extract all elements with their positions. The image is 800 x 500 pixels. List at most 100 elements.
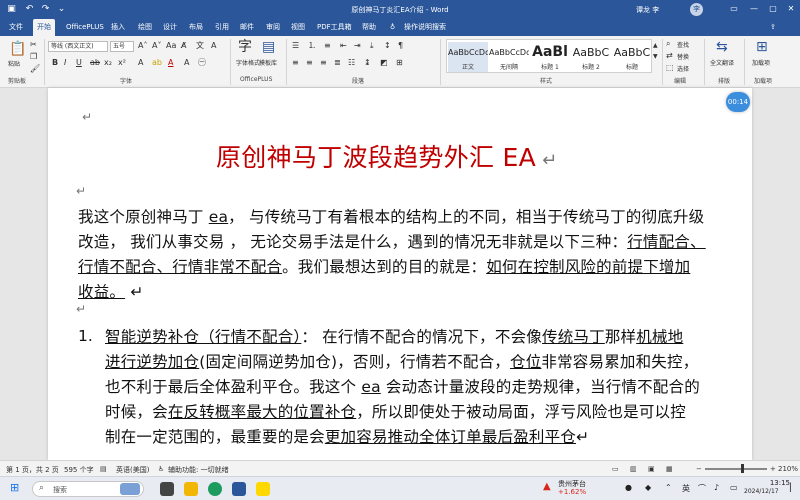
page-info[interactable]: 第 1 页，共 2 页 <box>6 465 59 475</box>
tab-file[interactable]: 文件 <box>9 19 23 36</box>
network-icon[interactable]: ⌒ <box>698 483 706 494</box>
tell-me-search[interactable]: 操作说明搜索 <box>404 19 446 36</box>
template-icon[interactable]: ▤ <box>262 39 275 55</box>
focus-mode-icon[interactable]: ▭ <box>612 465 619 473</box>
numbering-icon[interactable]: ⒈ <box>308 41 316 51</box>
cut-icon[interactable]: ✂ <box>30 40 37 50</box>
text-effects-icon[interactable]: A <box>138 58 143 68</box>
translate-icon[interactable]: ⇆ <box>716 39 728 55</box>
align-left-icon[interactable]: ≡ <box>292 58 299 68</box>
close-button[interactable]: ✕ <box>783 3 799 15</box>
battery-icon[interactable]: ▭ <box>730 483 738 492</box>
align-center-icon[interactable]: ≡ <box>306 58 313 68</box>
style-normal[interactable]: AaBbCcDd 正文 <box>448 42 488 72</box>
tab-mailings[interactable]: 邮件 <box>240 19 254 36</box>
borders-icon[interactable]: ⊞ <box>396 58 403 68</box>
ribbon-display-icon[interactable]: ▭ <box>726 3 742 15</box>
decrease-indent-icon[interactable]: ⇤ <box>340 41 347 51</box>
replace-icon[interactable]: ⇄ <box>666 51 673 61</box>
tab-help[interactable]: 帮助 <box>362 19 376 36</box>
italic-icon[interactable]: I <box>64 58 66 68</box>
tab-officeplus[interactable]: OfficePLUS <box>66 19 104 36</box>
zoom-slider-thumb[interactable] <box>741 464 744 473</box>
text-line[interactable]: 也不利于最后全体盈利平仓。我这个 ea 会动态计量波段的走势规律，当行情不配合的 <box>105 375 700 397</box>
fulltext-translate-button[interactable]: 全文翻译 <box>710 58 734 67</box>
show-marks-icon[interactable]: ¶ <box>398 41 403 51</box>
tab-home[interactable]: 开始 <box>33 19 55 36</box>
select-button[interactable]: 选择 <box>677 64 689 73</box>
user-name[interactable]: 谭龙 李 <box>636 5 659 15</box>
styles-scroll-down-icon[interactable]: ▼ <box>653 52 658 62</box>
bold-icon[interactable]: B <box>52 58 58 68</box>
text-line[interactable]: 我这个原创神马丁 ea， 与传统马丁有着根本的结构上的不同，相当于传统马丁的彻底… <box>78 205 704 227</box>
word-count[interactable]: 595 个字 <box>64 465 94 475</box>
edge-browser-icon[interactable] <box>208 482 222 496</box>
text-line[interactable]: 收益。 ↵ <box>78 280 143 302</box>
replace-button[interactable]: 替换 <box>677 52 689 61</box>
bullets-icon[interactable]: ☰ <box>292 41 299 51</box>
underline-icon[interactable]: U <box>76 58 82 68</box>
font-size-combo[interactable]: 五号 <box>110 41 134 52</box>
sort-icon[interactable]: ↕ <box>384 41 391 51</box>
file-explorer-icon[interactable] <box>184 482 198 496</box>
stock-change[interactable]: +1.62% <box>558 488 586 496</box>
document-title[interactable]: 原创神马丁波段趋势外汇 EA ↵ <box>216 138 557 174</box>
text-line[interactable]: 制在一定范围的，最重要的是会更加容易推动全体订单最后盈利平仓↵ <box>105 425 589 447</box>
zoom-in-icon[interactable]: + <box>770 465 776 473</box>
highlight-icon[interactable]: ab <box>152 58 162 68</box>
paste-button[interactable]: 粘贴 <box>8 59 20 68</box>
distributed-icon[interactable]: ☷ <box>348 58 355 68</box>
select-icon[interactable]: ⬚ <box>666 63 674 73</box>
document-page[interactable]: ↵ 原创神马丁波段趋势外汇 EA ↵ ↵ 我这个原创神马丁 ea， 与传统马丁有… <box>48 88 752 460</box>
pinned-app-icon[interactable] <box>256 482 270 496</box>
font-char-icon[interactable]: 字 <box>238 39 252 55</box>
style-heading-1[interactable]: AaBl 标题 1 <box>530 42 570 72</box>
word-taskbar-icon[interactable] <box>232 482 246 496</box>
shading-icon[interactable]: ◩ <box>380 58 388 68</box>
tab-view[interactable]: 视图 <box>291 19 305 36</box>
text-line[interactable]: 进行逆势加仓(固定间隔逆势加仓)，否则，行情若不配合，仓位非常容易累加和失控， <box>105 350 698 372</box>
chinese-layout-icon[interactable]: ⤓ <box>370 41 374 51</box>
template-library-button[interactable]: 模板库 <box>259 58 277 67</box>
align-right-icon[interactable]: ≡ <box>320 58 327 68</box>
tab-review[interactable]: 审阅 <box>266 19 280 36</box>
style-no-spacing[interactable]: AaBbCcDd 无间隔 <box>489 42 529 72</box>
tab-draw[interactable]: 绘图 <box>138 19 152 36</box>
subscript-icon[interactable]: x₂ <box>104 58 112 68</box>
text-line[interactable]: 行情不配合、行情非常不配合。我们最想达到的目的就是：如何在控制风险的前提下增加 <box>78 255 690 277</box>
style-heading-2[interactable]: AaBbC 标题 2 <box>571 42 611 72</box>
strikethrough-icon[interactable]: ab <box>90 58 100 68</box>
read-mode-icon[interactable]: ▥ <box>630 465 637 473</box>
enclose-char-icon[interactable]: ㊀ <box>198 58 206 68</box>
windows-start-icon[interactable]: ⊞ <box>10 481 19 494</box>
change-case-icon[interactable]: Aa <box>166 41 176 51</box>
addin-button[interactable]: 加载项 <box>752 58 770 67</box>
tab-references[interactable]: 引用 <box>215 19 229 36</box>
language[interactable]: 英语(美国) <box>116 465 149 475</box>
shrink-font-icon[interactable]: A˅ <box>152 41 161 51</box>
text-line[interactable]: 智能逆势补仓（行情不配合）： 在行情不配合的情况下，不会像传统马丁那样机械地 <box>105 325 683 347</box>
accessibility-status[interactable]: 辅助功能: 一切就绪 <box>168 465 229 475</box>
notification-icon[interactable]: ▏ <box>790 483 796 492</box>
zoom-slider[interactable] <box>705 468 767 470</box>
multilevel-list-icon[interactable]: ≡ <box>324 41 331 51</box>
tab-insert[interactable]: 插入 <box>111 19 125 36</box>
char-border-icon[interactable]: A <box>211 41 216 51</box>
web-layout-icon[interactable]: ▦ <box>666 465 673 473</box>
font-name-combo[interactable]: 等线 (西文正文) <box>48 41 108 52</box>
text-line[interactable]: 改造， 我们从事交易 ， 无论交易手法是什么，遇到的情况无非就是以下三种：行情配… <box>78 230 706 252</box>
grow-font-icon[interactable]: A˄ <box>138 41 147 51</box>
minimize-button[interactable]: — <box>746 3 762 15</box>
text-line[interactable]: 时候，会在反转概率最大的位置补仓，所以即使处于被动局面，浮亏风险也是可以控 <box>105 400 686 422</box>
justify-icon[interactable]: ≣ <box>334 58 341 68</box>
clock-time[interactable]: 13:15 <box>752 479 790 487</box>
tab-layout[interactable]: 布局 <box>189 19 203 36</box>
styles-scroll-up-icon[interactable]: ▲ <box>653 41 658 51</box>
ime-indicator[interactable]: 英 <box>682 483 690 494</box>
find-icon[interactable]: ⌕ <box>666 39 670 49</box>
superscript-icon[interactable]: x² <box>118 58 126 68</box>
style-title[interactable]: AaBbC 标题 <box>612 42 652 72</box>
char-shading-icon[interactable]: A <box>184 58 189 68</box>
share-icon[interactable]: ⇪ <box>770 19 776 36</box>
tab-design[interactable]: 设计 <box>163 19 177 36</box>
